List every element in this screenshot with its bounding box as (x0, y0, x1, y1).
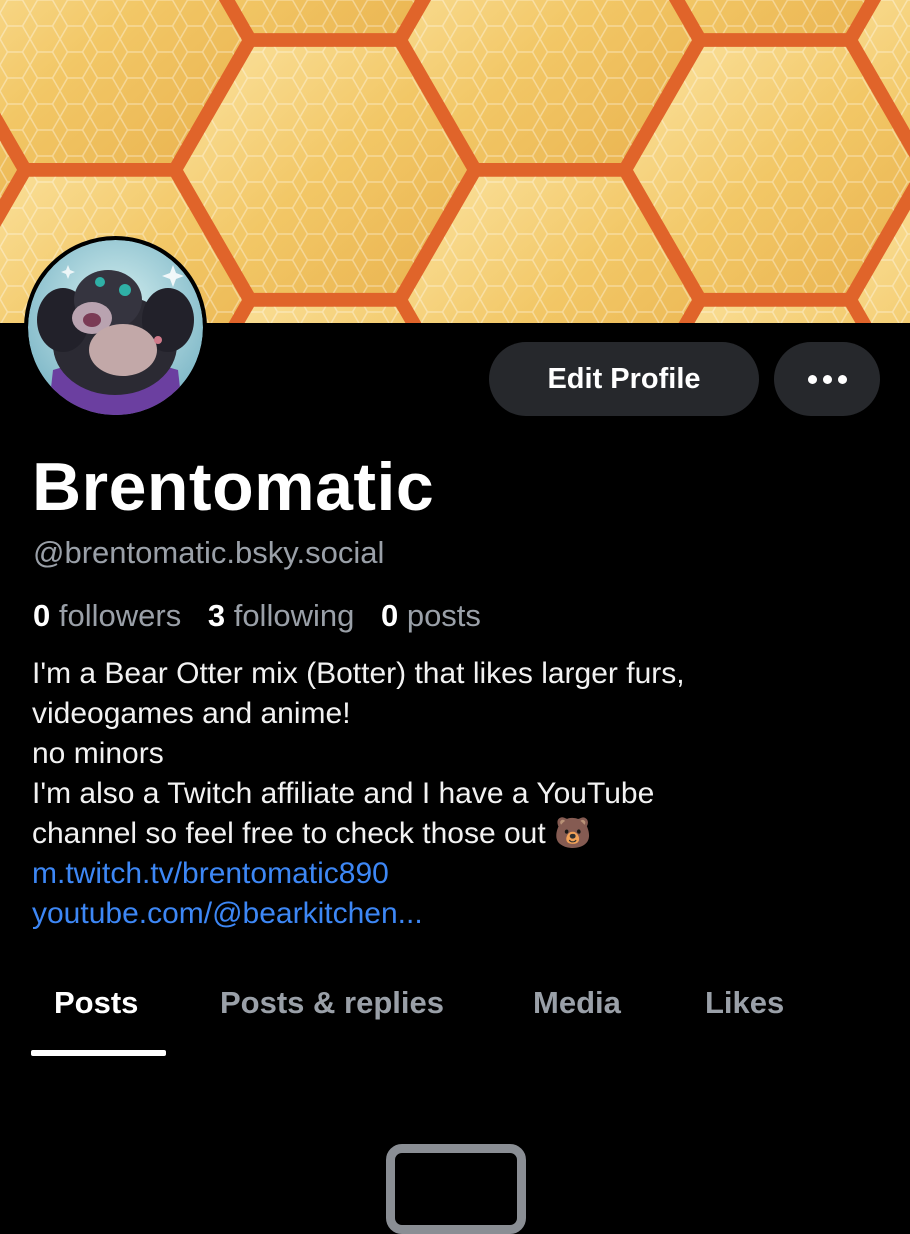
followers-label: followers (58, 598, 182, 633)
profile-bio: I'm a Bear Otter mix (Botter) that likes… (32, 654, 892, 934)
following-label: following (233, 598, 355, 633)
youtube-link[interactable]: youtube.com/@bearkitchen... (32, 894, 892, 934)
bio-line: no minors (32, 737, 164, 770)
following-count: 3 (207, 598, 226, 633)
posts-stat: 0 posts (381, 598, 481, 633)
profile-stats: 0 followers 3 following 0 posts (33, 597, 499, 635)
avatar-image (28, 240, 203, 415)
bio-line: I'm a Bear Otter mix (Botter) that likes… (32, 657, 685, 690)
more-options-button[interactable] (774, 342, 880, 416)
more-horizontal-icon (807, 374, 847, 384)
tab-likes[interactable]: Likes (705, 980, 784, 1026)
followers-count: 0 (33, 598, 51, 633)
bio-line: videogames and anime! (32, 697, 351, 730)
bio-line: I'm also a Twitch affiliate and I have a… (32, 777, 655, 810)
active-tab-indicator (31, 1050, 166, 1056)
profile-tabs: Posts Posts & replies Media Likes (0, 980, 910, 1060)
posts-label: posts (406, 598, 481, 633)
followers-stat[interactable]: 0 followers (33, 598, 181, 633)
display-name: Brentomatic (32, 449, 435, 525)
tab-posts-and-replies[interactable]: Posts & replies (220, 980, 444, 1026)
bio-line: channel so feel free to check those out … (32, 817, 592, 850)
empty-feed-icon (386, 1144, 526, 1234)
tab-media[interactable]: Media (533, 980, 621, 1026)
following-stat[interactable]: 3 following (208, 598, 355, 633)
tab-posts[interactable]: Posts (54, 980, 138, 1026)
twitch-link[interactable]: m.twitch.tv/brentomatic890 (32, 854, 892, 894)
avatar[interactable] (24, 236, 207, 419)
handle: @brentomatic.bsky.social (33, 535, 385, 570)
posts-count: 0 (380, 598, 399, 633)
edit-profile-button[interactable]: Edit Profile (489, 342, 759, 416)
